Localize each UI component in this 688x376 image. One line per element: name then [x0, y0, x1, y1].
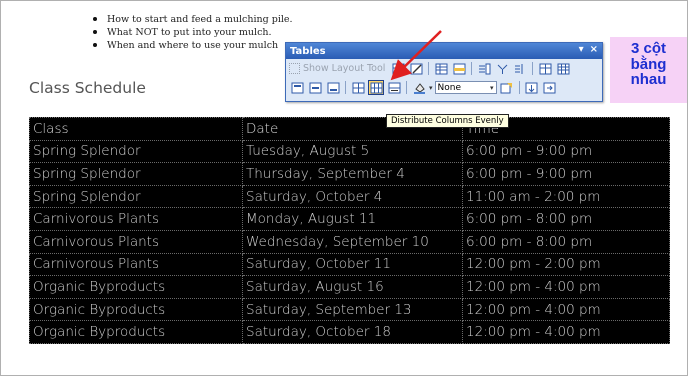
draw-layout-cell-icon[interactable]: [408, 61, 424, 76]
schedule-table[interactable]: Class Date Time Spring Splendor Tuesday, …: [29, 117, 670, 344]
table-row[interactable]: Carnivorous Plants Wednesday, September 1…: [29, 229, 670, 254]
cell-class[interactable]: Carnivorous Plants: [29, 229, 243, 254]
table-row[interactable]: Spring Splendor Saturday, October 4 11:00 …: [29, 184, 670, 209]
table-row[interactable]: Spring Splendor Tuesday, August 5 6:00 pm …: [29, 139, 670, 164]
annotation-line: 3 cột: [630, 40, 666, 57]
close-icon[interactable]: ×: [590, 44, 598, 55]
fill-color-dropdown-icon[interactable]: ▾: [429, 84, 433, 92]
table-row[interactable]: Organic Byproducts Saturday, September 13…: [29, 297, 670, 322]
chevron-down-icon: ▾: [490, 83, 494, 92]
toolbar-separator: [345, 81, 346, 94]
cell-class[interactable]: Organic Byproducts: [29, 275, 243, 299]
show-layout-tool-icon: [289, 63, 300, 74]
cell-time[interactable]: 12:00 pm - 2:00 pm: [462, 252, 670, 277]
border-style-select[interactable]: None ▾: [434, 81, 497, 94]
cell-class[interactable]: Spring Splendor: [29, 139, 243, 164]
cell-date[interactable]: Saturday, August 16: [242, 275, 463, 299]
tables-toolbar[interactable]: Tables ▾ × Show Layout Tool ▾ None ▾: [285, 42, 603, 102]
merge-cells-icon[interactable]: [494, 61, 510, 76]
cell-class[interactable]: Spring Splendor: [29, 162, 243, 186]
cell-class[interactable]: Spring Splendor: [29, 184, 243, 209]
cell-class[interactable]: Carnivorous Plants: [29, 207, 243, 231]
show-layout-tool-button[interactable]: Show Layout Tool: [289, 63, 388, 74]
toolbar-row-1: Show Layout Tool: [286, 59, 602, 78]
bullet-dot-icon: [93, 30, 97, 34]
annotation-line: bằng: [630, 55, 667, 73]
toolbar-separator: [518, 81, 520, 94]
cell-date[interactable]: Tuesday, August 5: [242, 139, 463, 164]
toolbar-separator: [428, 62, 430, 75]
bullet-item: How to start and feed a mulching pile.: [91, 13, 293, 26]
align-bottom-icon[interactable]: [325, 80, 341, 95]
table-row[interactable]: Carnivorous Plants Monday, August 11 6:00 …: [29, 207, 670, 231]
annotation-note: 3 cột bằng nhau: [610, 37, 687, 103]
split-cells-icon[interactable]: [512, 61, 528, 76]
cell-time[interactable]: 6:00 pm - 9:00 pm: [462, 139, 670, 164]
cell-time[interactable]: 12:00 pm - 4:00 pm: [462, 275, 670, 299]
insert-rows-icon[interactable]: [451, 61, 467, 76]
cell-time[interactable]: 6:00 pm - 8:00 pm: [462, 207, 670, 231]
table-grid-icon[interactable]: [537, 61, 553, 76]
toolbar-titlebar[interactable]: Tables ▾ ×: [286, 43, 602, 59]
distribute-rows-evenly-icon[interactable]: [350, 80, 366, 95]
cell-date[interactable]: Saturday, October 18: [242, 320, 463, 344]
bullet-item: When and where to use your mulch: [91, 39, 293, 52]
cell-date[interactable]: Monday, August 11: [242, 207, 463, 231]
cell-date[interactable]: Saturday, October 11: [242, 252, 463, 277]
table-row[interactable]: Organic Byproducts Saturday, August 16 12:…: [29, 275, 670, 299]
table-row[interactable]: Carnivorous Plants Saturday, October 11 12…: [29, 252, 670, 277]
cell-date[interactable]: Saturday, September 13: [242, 297, 463, 322]
bullet-dot-icon: [93, 17, 97, 21]
cell-class[interactable]: Carnivorous Plants: [29, 252, 243, 277]
draw-layout-table-icon[interactable]: [390, 61, 406, 76]
toolbar-separator: [532, 62, 534, 75]
cell-grid-icon[interactable]: [555, 61, 571, 76]
toolbar-title: Tables: [290, 45, 326, 57]
cell-properties-icon[interactable]: [524, 80, 540, 95]
insert-table-icon[interactable]: [433, 61, 449, 76]
table-row[interactable]: Spring Splendor Thursday, September 4 6:00…: [29, 162, 670, 186]
fill-color-icon[interactable]: [411, 80, 427, 95]
table-header-row[interactable]: Class Date Time: [29, 117, 670, 141]
document-frame: How to start and feed a mulching pile. W…: [0, 0, 688, 376]
insert-columns-icon[interactable]: [476, 61, 492, 76]
border-style-value: None: [437, 82, 461, 93]
cell-date[interactable]: Wednesday, September 10: [242, 229, 463, 254]
toolbar-options-icon[interactable]: ▾: [579, 44, 584, 55]
align-top-icon[interactable]: [289, 80, 305, 95]
tooltip: Distribute Columns Evenly: [386, 114, 509, 128]
cell-date[interactable]: Thursday, September 4: [242, 162, 463, 186]
table-row[interactable]: Organic Byproducts Saturday, October 18 12…: [29, 320, 670, 344]
autofit-to-contents-icon[interactable]: [386, 80, 402, 95]
bullet-item: What NOT to put into your mulch.: [91, 26, 293, 39]
annotation-line: nhau: [630, 71, 667, 88]
bullet-dot-icon: [93, 43, 97, 47]
distribute-columns-evenly-icon[interactable]: [368, 80, 384, 95]
cell-class[interactable]: Organic Byproducts: [29, 297, 243, 322]
toolbar-separator: [406, 81, 407, 94]
header-cell-class[interactable]: Class: [29, 117, 243, 141]
layout-properties-icon[interactable]: [542, 80, 558, 95]
toolbar-row-2: ▾ None ▾: [286, 78, 602, 97]
cell-time[interactable]: 12:00 pm - 4:00 pm: [462, 320, 670, 344]
cell-date[interactable]: Saturday, October 4: [242, 184, 463, 209]
page-heading: Class Schedule: [29, 79, 146, 97]
cell-class[interactable]: Organic Byproducts: [29, 320, 243, 344]
cell-time[interactable]: 6:00 pm - 9:00 pm: [462, 162, 670, 186]
bullet-list: How to start and feed a mulching pile. W…: [91, 13, 293, 52]
cell-time[interactable]: 12:00 pm - 4:00 pm: [462, 297, 670, 322]
cell-time[interactable]: 6:00 pm - 8:00 pm: [462, 229, 670, 254]
cell-time[interactable]: 11:00 am - 2:00 pm: [462, 184, 670, 209]
table-properties-icon[interactable]: [499, 80, 515, 95]
show-layout-label: Show Layout Tool: [303, 63, 386, 74]
toolbar-separator: [471, 62, 473, 75]
center-vertically-icon[interactable]: [307, 80, 323, 95]
